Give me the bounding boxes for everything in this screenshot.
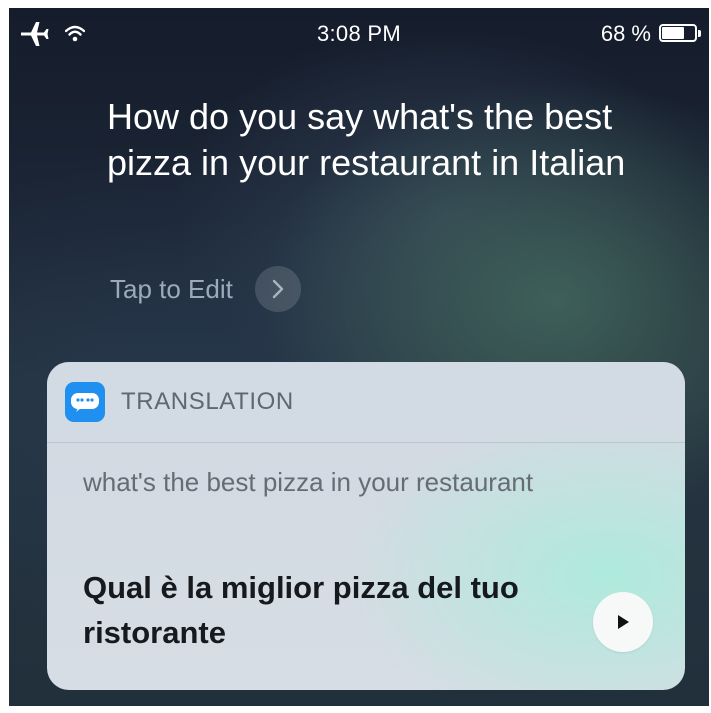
- battery-percent: 68 %: [600, 21, 651, 46]
- status-right: 68 %: [601, 21, 703, 47]
- card-header: TRANSLATION: [47, 362, 685, 442]
- battery-level-fill: [662, 27, 684, 39]
- quote-bubble-icon: [65, 382, 105, 422]
- play-button[interactable]: [593, 592, 653, 652]
- chevron-right-icon: [272, 279, 284, 299]
- tap-to-edit[interactable]: Tap to Edit: [110, 266, 301, 312]
- translated-text: Qual è la miglior pizza del tuo ristoran…: [83, 570, 519, 650]
- translation-card[interactable]: TRANSLATION what's the best pizza in you…: [47, 362, 685, 690]
- card-title: TRANSLATION: [121, 388, 294, 415]
- siri-query-text: How do you say what's the best pizza in …: [107, 96, 626, 183]
- card-divider: [47, 442, 685, 443]
- status-bar: 3:08 PM 68 %: [9, 8, 709, 58]
- battery-icon: [659, 24, 703, 44]
- tap-to-edit-label[interactable]: Tap to Edit: [110, 274, 233, 305]
- siri-screen: 3:08 PM 68 % How do you say what's the b…: [9, 8, 709, 706]
- source-text: what's the best pizza in your restaurant: [83, 467, 534, 497]
- play-icon: [618, 615, 629, 629]
- tap-to-edit-button[interactable]: [254, 266, 301, 312]
